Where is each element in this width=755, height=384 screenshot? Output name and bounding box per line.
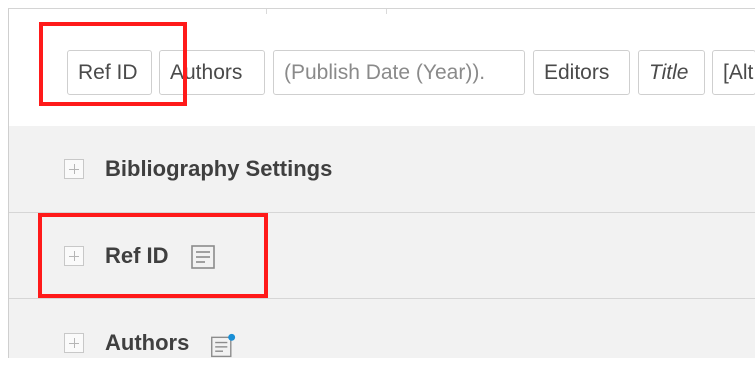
chip-label: Editors	[544, 60, 610, 84]
citation-editor-panel: Ref ID Authors (Publish Date (Year)). Ed…	[8, 8, 755, 358]
citation-format-bar: Ref ID Authors (Publish Date (Year)). Ed…	[9, 14, 755, 127]
chip-publish-date[interactable]: (Publish Date (Year)).	[273, 50, 525, 95]
plus-box-icon[interactable]	[64, 246, 84, 266]
settings-list: Bibliography Settings Ref ID Authors	[9, 126, 755, 358]
chip-title[interactable]: Title	[638, 50, 705, 95]
plus-box-icon[interactable]	[64, 333, 84, 353]
settings-row-ref-id[interactable]: Ref ID	[9, 212, 755, 299]
notes-icon[interactable]	[210, 333, 236, 359]
chip-authors[interactable]: Authors	[159, 50, 265, 95]
row-label: Bibliography Settings	[105, 156, 333, 181]
notes-icon[interactable]	[190, 244, 216, 270]
plus-box-icon[interactable]	[64, 159, 84, 179]
row-label: Ref ID	[105, 243, 169, 268]
chip-label: (Publish Date (Year)).	[284, 60, 486, 84]
row-label: Authors	[105, 330, 190, 355]
chip-alt[interactable]: [Alt	[712, 50, 755, 95]
chip-label: Ref ID	[78, 60, 138, 84]
chip-label: Title	[649, 60, 689, 84]
settings-row-authors[interactable]: Authors	[9, 298, 755, 384]
settings-row-bibliography[interactable]: Bibliography Settings	[9, 126, 755, 213]
unread-dot-icon	[228, 333, 236, 341]
chip-ref-id[interactable]: Ref ID	[67, 50, 152, 95]
chip-editors[interactable]: Editors	[533, 50, 630, 95]
chip-label: Authors	[170, 60, 243, 84]
chip-label: [Alt	[723, 60, 754, 84]
